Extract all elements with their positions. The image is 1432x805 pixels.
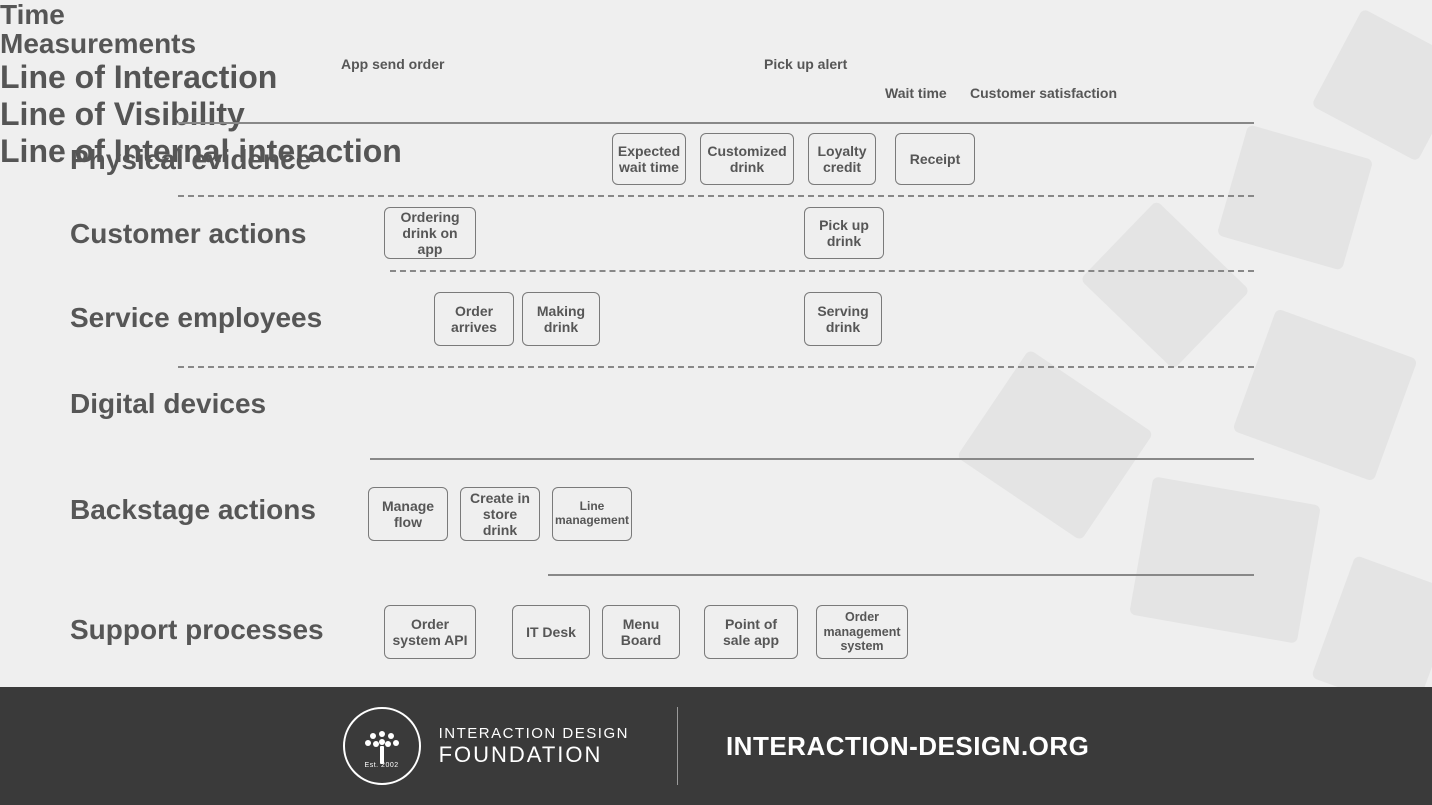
box-customized-drink: Customized drink bbox=[700, 133, 794, 185]
row-label-backstage-actions: Backstage actions bbox=[70, 494, 316, 526]
row-label-physical-evidence: Physical evidence bbox=[70, 144, 311, 176]
row-label-customer-actions: Customer actions bbox=[70, 218, 307, 250]
box-it-desk: IT Desk bbox=[512, 605, 590, 659]
time-label-customer-satisfaction: Customer satisfaction bbox=[970, 85, 1117, 101]
time-label-pickup-alert: Pick up alert bbox=[764, 56, 847, 72]
footer-brand-line2: FOUNDATION bbox=[439, 742, 629, 767]
box-point-of-sale-app: Point of sale app bbox=[704, 605, 798, 659]
box-receipt: Receipt bbox=[895, 133, 975, 185]
box-create-in-store-drink: Create in store drink bbox=[460, 487, 540, 541]
line-of-visibility-rule bbox=[370, 458, 1254, 460]
time-label-wait-time: Wait time bbox=[885, 85, 947, 101]
logo-icon: Est. 2002 bbox=[343, 707, 421, 785]
heading-line-of-interaction: Line of Interaction bbox=[0, 59, 1432, 96]
footer-brand: Est. 2002 INTERACTION DESIGN FOUNDATION bbox=[343, 707, 629, 785]
box-order-arrives: Order arrives bbox=[434, 292, 514, 346]
row-label-support-processes: Support processes bbox=[70, 614, 324, 646]
divider-dashed-2 bbox=[178, 366, 1254, 368]
footer-brand-text: INTERACTION DESIGN FOUNDATION bbox=[439, 725, 629, 768]
footer-url: INTERACTION-DESIGN.ORG bbox=[726, 731, 1089, 762]
row-label-digital-devices: Digital devices bbox=[70, 388, 266, 420]
logo-est-text: Est. 2002 bbox=[365, 762, 399, 769]
footer-brand-line1: INTERACTION DESIGN bbox=[439, 725, 629, 742]
box-making-drink: Making drink bbox=[522, 292, 600, 346]
footer: Est. 2002 INTERACTION DESIGN FOUNDATION … bbox=[0, 687, 1432, 805]
box-serving-drink: Serving drink bbox=[804, 292, 882, 346]
line-of-interaction-rule bbox=[390, 270, 1254, 272]
box-ordering-drink-on-app: Ordering drink on app bbox=[384, 207, 476, 259]
box-manage-flow: Manage flow bbox=[368, 487, 448, 541]
footer-divider bbox=[677, 707, 678, 785]
box-expected-wait-time: Expected wait time bbox=[612, 133, 686, 185]
box-menu-board: Menu Board bbox=[602, 605, 680, 659]
divider-dashed-1 bbox=[178, 195, 1254, 197]
line-of-internal-interaction-rule bbox=[548, 574, 1254, 576]
heading-line-of-visibility: Line of Visibility bbox=[0, 96, 1432, 133]
box-pick-up-drink: Pick up drink bbox=[804, 207, 884, 259]
row-label-service-employees: Service employees bbox=[70, 302, 322, 334]
time-label-app-send: App send order bbox=[341, 56, 444, 72]
divider-top bbox=[178, 122, 1254, 124]
blueprint-diagram: Time Measurements App send order Pick up… bbox=[0, 0, 1432, 687]
title-time-measurements: Time Measurements bbox=[0, 0, 1432, 59]
box-order-management-system: Order management system bbox=[816, 605, 908, 659]
box-loyalty-credit: Loyalty credit bbox=[808, 133, 876, 185]
box-line-management: Line management bbox=[552, 487, 632, 541]
box-order-system-api: Order system API bbox=[384, 605, 476, 659]
